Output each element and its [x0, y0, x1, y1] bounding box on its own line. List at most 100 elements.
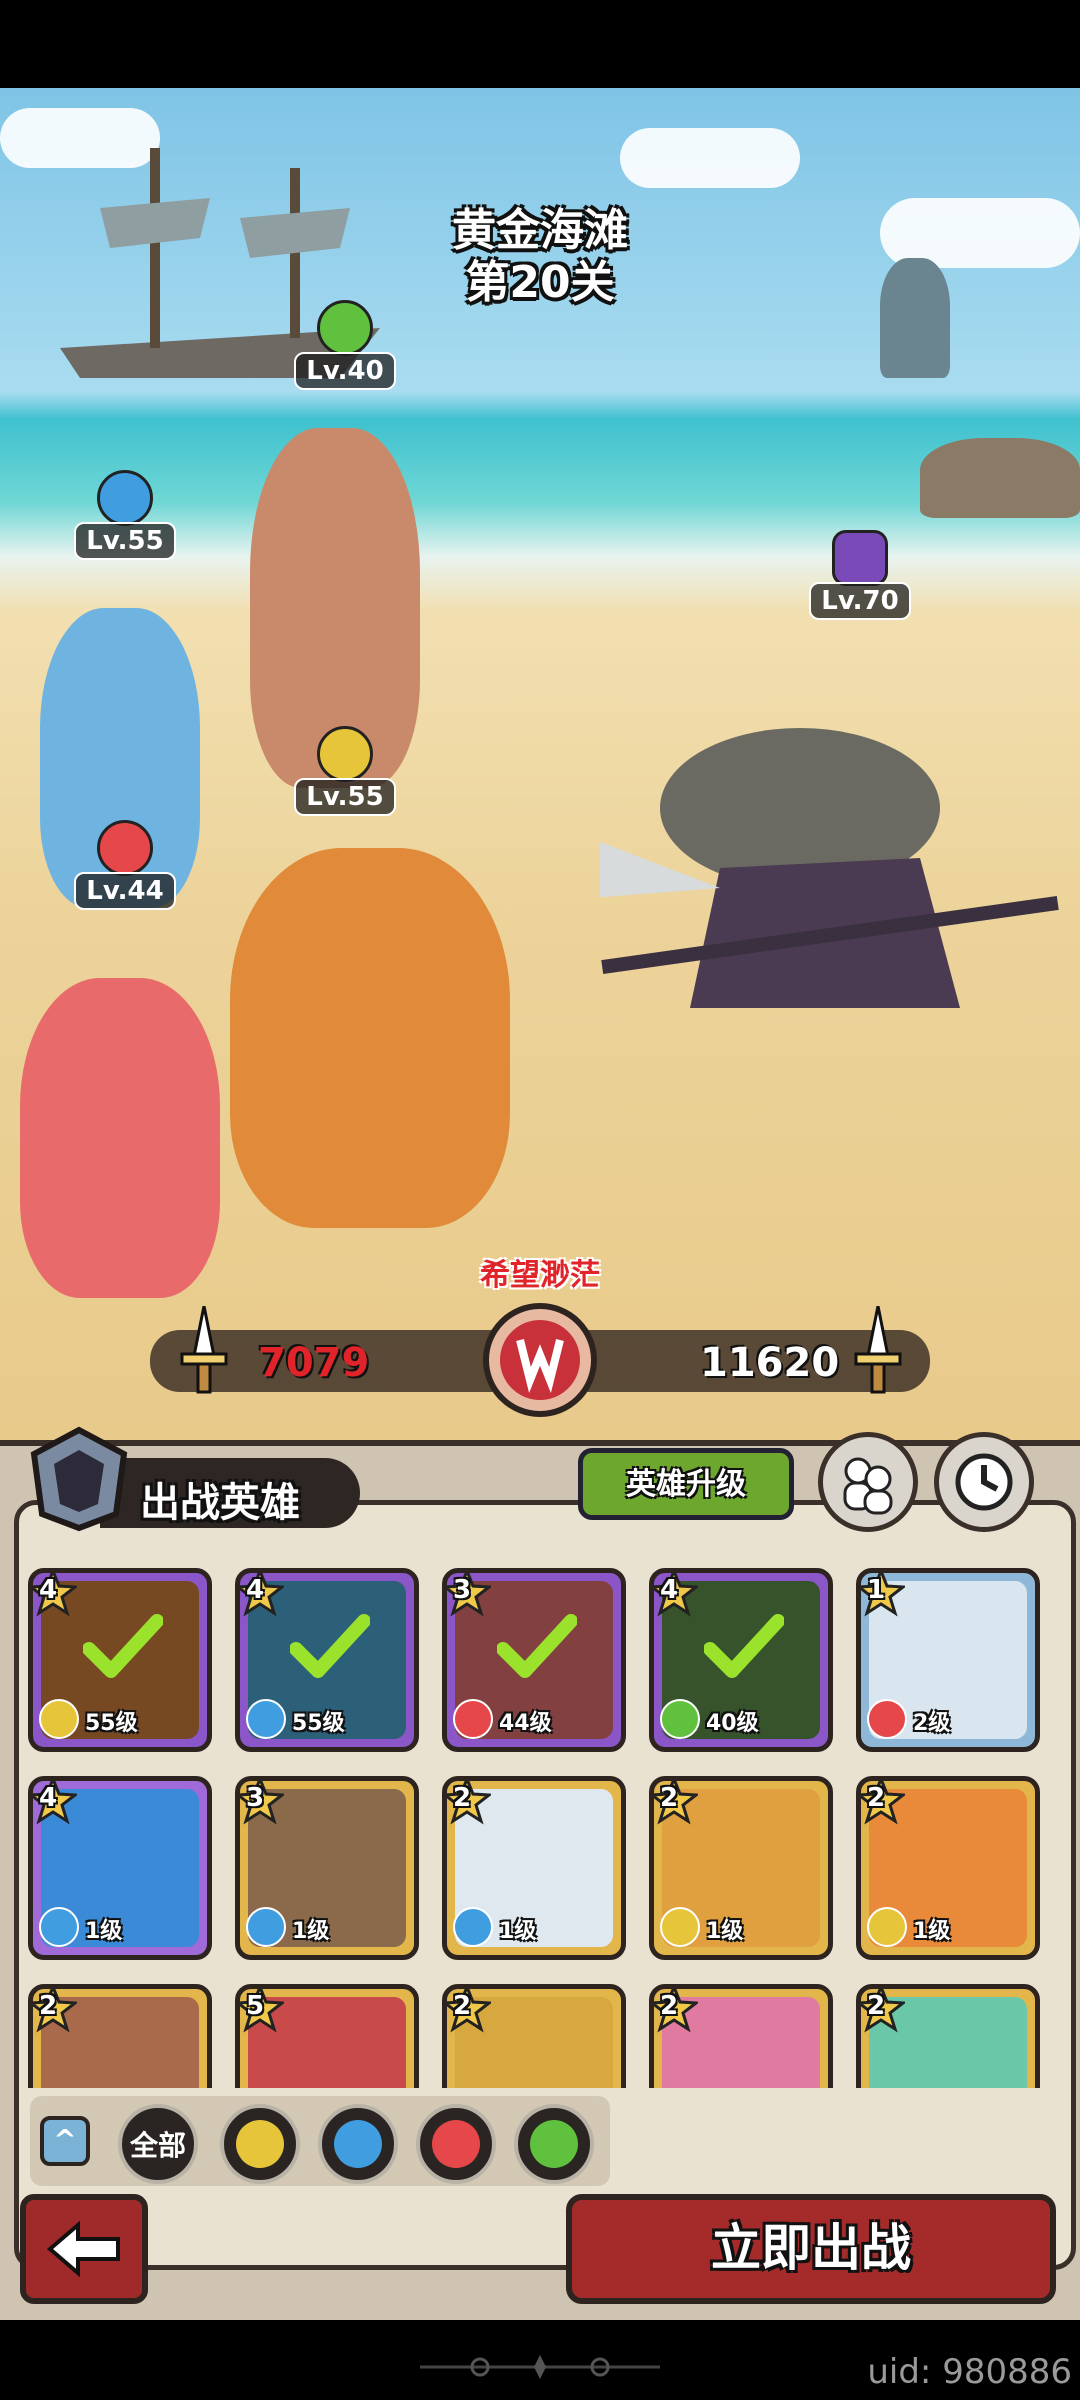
hero-card[interactable]: 2 — [442, 1984, 626, 2088]
star-rank-value: 3 — [246, 1783, 265, 1813]
our-power-value: 7079 — [258, 1340, 370, 1386]
filter-all-label: 全部 — [129, 2129, 186, 2162]
star-rank-value: 2 — [867, 1783, 886, 1813]
fire-element-icon — [97, 820, 153, 876]
hero-card[interactable]: 4 1级 — [28, 1776, 212, 1960]
timer-icon — [955, 1453, 1013, 1511]
hero-card[interactable]: 2 1级 — [442, 1776, 626, 1960]
hero-card[interactable]: 2 — [28, 1984, 212, 2088]
hero-card-level: 2级 — [913, 1711, 951, 1736]
star-rank-value: 4 — [39, 1783, 58, 1813]
filter-earth-button[interactable] — [220, 2104, 300, 2184]
water-element-icon — [246, 1907, 286, 1947]
water-element-icon — [39, 1907, 79, 1947]
enemy-crocodile-figure — [600, 728, 1059, 1008]
stage-level: 第20关 — [465, 257, 615, 308]
earth-element-icon — [39, 1699, 79, 1739]
stage-name: 黄金海滩 — [452, 205, 628, 256]
difficulty-emblem-icon — [483, 1303, 597, 1417]
selected-check-icon — [704, 1614, 784, 1678]
user-id-label: uid: 980886 — [867, 2352, 1072, 2392]
hero-figure-rose-mage — [20, 978, 220, 1298]
water-element-icon — [246, 1699, 286, 1739]
companions-icon — [843, 1457, 893, 1515]
enemy-power-sword-icon — [854, 1306, 902, 1394]
star-rank-value: 4 — [660, 1575, 679, 1605]
hero-card[interactable]: 3 44级 — [442, 1568, 626, 1752]
earth-element-icon — [867, 1907, 907, 1947]
nav-ornament-icon — [420, 2355, 660, 2379]
filter-all-button[interactable]: 全部 — [118, 2104, 198, 2184]
selected-check-icon — [290, 1614, 370, 1678]
hero-level-tag: Lv.55 — [70, 470, 180, 560]
hero-card[interactable]: 5 — [235, 1984, 419, 2088]
nature-element-icon — [317, 300, 373, 356]
team-formation-button[interactable] — [818, 1432, 918, 1532]
hero-card-level: 1级 — [292, 1919, 330, 1944]
collapse-filter-button[interactable]: ^ — [40, 2116, 90, 2166]
hero-level-tag: Lv.40 — [290, 300, 400, 390]
star-rank-value: 2 — [39, 1991, 58, 2021]
our-power-sword-icon — [180, 1306, 228, 1394]
auto-settings-button[interactable] — [934, 1432, 1034, 1532]
star-rank-value: 3 — [453, 1575, 472, 1605]
hero-card[interactable]: 1 2级 — [856, 1568, 1040, 1752]
hero-card[interactable]: 2 — [649, 1984, 833, 2088]
battle-prediction-label: 希望渺茫 — [480, 1258, 600, 1293]
helmet-icon — [30, 1426, 128, 1532]
hero-figure-tiger — [230, 848, 510, 1228]
earth-element-icon — [317, 726, 373, 782]
hero-card-level: 1级 — [706, 1919, 744, 1944]
nature-element-icon — [660, 1699, 700, 1739]
fire-element-icon — [432, 2120, 480, 2168]
hero-level-tag: Lv.55 — [290, 726, 400, 816]
fire-element-icon — [453, 1699, 493, 1739]
star-rank-value: 2 — [453, 1991, 472, 2021]
hero-upgrade-button[interactable]: 英雄升级 — [578, 1448, 794, 1520]
filter-water-button[interactable] — [318, 2104, 398, 2184]
demon-element-icon — [832, 530, 888, 586]
filter-fire-button[interactable] — [416, 2104, 496, 2184]
water-element-icon — [334, 2120, 382, 2168]
earth-element-icon — [660, 1907, 700, 1947]
stage-title: 黄金海滩 第20关 — [390, 205, 690, 309]
back-arrow-icon — [46, 2220, 120, 2278]
star-rank-value: 2 — [660, 1783, 679, 1813]
nature-element-icon — [530, 2120, 578, 2168]
hero-card-level: 1级 — [913, 1919, 951, 1944]
water-element-icon — [97, 470, 153, 526]
hero-card[interactable]: 2 — [856, 1984, 1040, 2088]
hero-card[interactable]: 4 40级 — [649, 1568, 833, 1752]
star-rank-value: 2 — [660, 1991, 679, 2021]
hero-card[interactable]: 2 1级 — [649, 1776, 833, 1960]
hero-card-level: 1级 — [499, 1919, 537, 1944]
hero-card-level: 1级 — [85, 1919, 123, 1944]
enemy-power-value: 11620 — [700, 1340, 840, 1386]
star-rank-value: 4 — [39, 1575, 58, 1605]
hero-card-grid: 4 55级 4 55级 3 44级 4 40级 1 2级 4 1级 3 1级 2 1级 2 1级 2 1级 2 5 2 2 2 — [28, 1568, 1058, 2088]
star-rank-value: 2 — [867, 1991, 886, 2021]
selected-check-icon — [497, 1614, 577, 1678]
back-button[interactable] — [20, 2194, 148, 2304]
hero-card-level: 40级 — [706, 1711, 759, 1736]
hero-card[interactable]: 2 1级 — [856, 1776, 1040, 1960]
fire-element-icon — [867, 1699, 907, 1739]
star-rank-value: 2 — [453, 1783, 472, 1813]
hero-card-level: 55级 — [292, 1711, 345, 1736]
deploy-now-button[interactable]: 立即出战 — [566, 2194, 1056, 2304]
hero-card[interactable]: 4 55级 — [235, 1568, 419, 1752]
hero-card[interactable]: 3 1级 — [235, 1776, 419, 1960]
star-rank-value: 4 — [246, 1575, 265, 1605]
star-rank-value: 5 — [246, 1991, 265, 2021]
hero-card-level: 55级 — [85, 1711, 138, 1736]
hero-level-tag: Lv.44 — [70, 820, 180, 910]
selected-check-icon — [83, 1614, 163, 1678]
earth-element-icon — [236, 2120, 284, 2168]
filter-nature-button[interactable] — [514, 2104, 594, 2184]
enemy-level-tag: Lv.70 — [805, 530, 915, 620]
star-rank-value: 1 — [867, 1575, 886, 1605]
hero-card[interactable]: 4 55级 — [28, 1568, 212, 1752]
hero-card-level: 44级 — [499, 1711, 552, 1736]
water-element-icon — [453, 1907, 493, 1947]
panel-title: 出战英雄 — [140, 1480, 300, 1526]
